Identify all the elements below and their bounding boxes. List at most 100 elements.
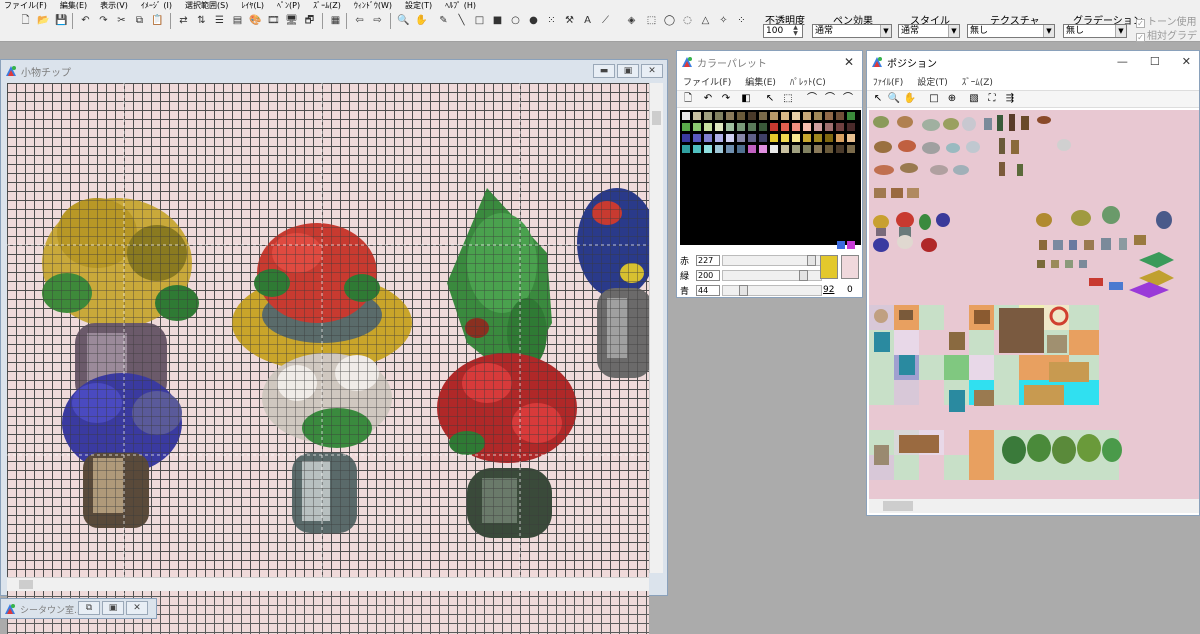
color-swatch[interactable] xyxy=(791,111,801,121)
export-icon[interactable]: ⇶ xyxy=(1003,92,1017,106)
position-menu-file[interactable]: ﾌｧｲﾙ(F) xyxy=(873,75,903,88)
color-swatch[interactable] xyxy=(725,111,735,121)
color-swatch[interactable] xyxy=(824,144,834,154)
color-swatch[interactable] xyxy=(736,122,746,132)
copy-icon[interactable]: ⧉ xyxy=(132,13,147,28)
color-swatch[interactable] xyxy=(769,133,779,143)
filled-rectangle-icon[interactable]: ■ xyxy=(490,13,505,28)
lines-icon[interactable]: ☰ xyxy=(212,13,227,28)
pointer-icon[interactable]: ↖ xyxy=(763,92,777,106)
arrow-right-icon[interactable]: ⇨ xyxy=(370,13,385,28)
color-swatch[interactable] xyxy=(813,122,823,132)
color-swatch[interactable] xyxy=(769,111,779,121)
color-swatch[interactable] xyxy=(846,122,856,132)
cut-icon[interactable]: ✂ xyxy=(114,13,129,28)
color-swatch[interactable] xyxy=(758,122,768,132)
color-swatch[interactable] xyxy=(725,122,735,132)
menu-pen[interactable]: ﾍﾟﾝ(P) xyxy=(277,0,300,11)
rect-select-icon[interactable]: ⬚ xyxy=(644,13,659,28)
color-swatch[interactable] xyxy=(780,144,790,154)
new-file-icon[interactable]: 🗋 xyxy=(18,13,33,28)
color-swatch[interactable] xyxy=(802,144,812,154)
palette-menu-edit[interactable]: 編集(E) xyxy=(745,75,776,88)
spray-icon[interactable]: ⁙ xyxy=(544,13,559,28)
swatch-blue[interactable] xyxy=(837,241,845,249)
tone-checkbox[interactable]: ✓ トーン使用 xyxy=(1136,13,1197,28)
crosshair-icon[interactable]: ⊕ xyxy=(945,92,959,106)
flip-vertical-icon[interactable]: ⇅ xyxy=(194,13,209,28)
color-swatch[interactable] xyxy=(802,111,812,121)
fit-icon[interactable]: ⛶ xyxy=(985,92,999,106)
color-swatch[interactable] xyxy=(747,122,757,132)
window-icon[interactable]: 🗗 xyxy=(302,13,317,28)
lasso-icon[interactable]: ◌ xyxy=(680,13,695,28)
circle-icon[interactable]: ○ xyxy=(508,13,523,28)
pen-effect-select[interactable]: 通常 ▼ xyxy=(812,24,892,38)
palette-menu-file[interactable]: ファイル(F) xyxy=(683,75,731,88)
gradation-select[interactable]: 無し ▼ xyxy=(1063,24,1127,38)
pointer-icon[interactable]: ↖ xyxy=(871,92,885,106)
color-swatch[interactable] xyxy=(835,144,845,154)
color-swatch[interactable] xyxy=(802,133,812,143)
color-swatch[interactable] xyxy=(681,122,691,132)
magnifier-icon[interactable]: 🔍 xyxy=(887,92,901,106)
scroll-thumb[interactable] xyxy=(883,501,913,511)
color-swatch[interactable] xyxy=(758,111,768,121)
color-swatch[interactable] xyxy=(692,133,702,143)
line-icon[interactable]: ╲ xyxy=(454,13,469,28)
color-swatch[interactable] xyxy=(758,133,768,143)
palette-icon[interactable]: 🎨 xyxy=(248,13,263,28)
rectangle-icon[interactable]: □ xyxy=(472,13,487,28)
swatch-violet[interactable] xyxy=(847,241,855,249)
film-icon[interactable]: 🎞 xyxy=(266,13,281,28)
color-swatch[interactable] xyxy=(846,133,856,143)
scroll-thumb[interactable] xyxy=(652,111,661,125)
color-mix-icon[interactable]: ◧ xyxy=(739,92,753,106)
minimize-button[interactable]: ▬ xyxy=(593,64,615,78)
menu-help[interactable]: ﾍﾙﾌﾟ (H) xyxy=(445,0,476,11)
color-swatch[interactable] xyxy=(846,144,856,154)
pen-icon[interactable]: ✎ xyxy=(436,13,451,28)
close-button[interactable]: ✕ xyxy=(1182,55,1191,68)
color-swatch[interactable] xyxy=(703,144,713,154)
menu-view[interactable]: 表示(V) xyxy=(100,0,128,11)
maximize-button[interactable]: ☐ xyxy=(1150,55,1160,68)
color-swatch[interactable] xyxy=(747,144,757,154)
color-swatch[interactable] xyxy=(769,144,779,154)
blue-input[interactable]: 44 xyxy=(696,285,720,296)
color-swatch[interactable] xyxy=(780,122,790,132)
scroll-thumb[interactable] xyxy=(19,580,33,589)
menu-zoom[interactable]: ｽﾞｰﾑ(Z) xyxy=(313,0,341,11)
color-swatch[interactable] xyxy=(769,122,779,132)
close-button[interactable]: ✕ xyxy=(641,64,663,78)
pixel-canvas[interactable] xyxy=(7,83,649,634)
magnifier-icon[interactable]: 🔍 xyxy=(396,13,411,28)
color-swatch[interactable] xyxy=(846,111,856,121)
color-swatch[interactable] xyxy=(813,133,823,143)
green-input[interactable]: 200 xyxy=(696,270,720,281)
grid-icon[interactable]: ▦ xyxy=(328,13,343,28)
green-slider-thumb[interactable] xyxy=(799,270,808,281)
red-slider-thumb[interactable] xyxy=(807,255,816,266)
green-slider[interactable] xyxy=(722,270,822,281)
minimized-window[interactable]: シータウン室... ⧉ ▣ ✕ xyxy=(0,598,157,619)
new-file-icon[interactable]: 🗋 xyxy=(681,92,695,106)
image-icon[interactable]: ▧ xyxy=(967,92,981,106)
color-swatch[interactable] xyxy=(681,133,691,143)
menu-image[interactable]: ｲﾒｰｼﾞ (I) xyxy=(141,0,172,11)
pattern-select-icon[interactable]: ⁘ xyxy=(734,13,749,28)
close-button[interactable]: ✕ xyxy=(126,601,148,615)
redo-icon[interactable]: ↷ xyxy=(719,92,733,106)
position-menu-settings[interactable]: 設定(T) xyxy=(917,75,948,88)
redo-icon[interactable]: ↷ xyxy=(96,13,111,28)
menu-layer[interactable]: ﾚｲﾔ(L) xyxy=(241,0,264,11)
arrow-left-icon[interactable]: ⇦ xyxy=(352,13,367,28)
color-swatch[interactable] xyxy=(780,133,790,143)
filled-circle-icon[interactable]: ● xyxy=(526,13,541,28)
color-swatch[interactable] xyxy=(725,144,735,154)
color-swatch[interactable] xyxy=(692,122,702,132)
color-swatch[interactable] xyxy=(758,144,768,154)
text-icon[interactable]: A xyxy=(580,13,595,28)
color-swatch[interactable] xyxy=(692,111,702,121)
color-swatch[interactable] xyxy=(802,122,812,132)
